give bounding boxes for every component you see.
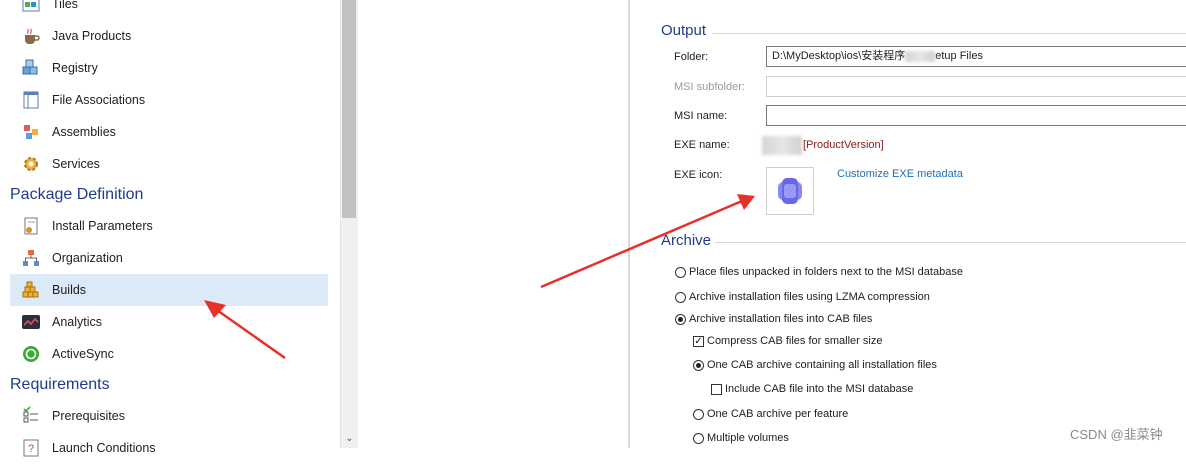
scrollbar-thumb[interactable]	[342, 0, 356, 218]
folder-label: Folder:	[674, 51, 709, 63]
sidebar-item-label: Services	[52, 157, 100, 171]
option-label: One CAB archive containing all installat…	[707, 359, 937, 371]
exe-name-label: EXE name:	[674, 139, 730, 151]
sidebar-item-label: Builds	[52, 283, 87, 297]
checkbox-compress-cab[interactable]: ✓	[693, 335, 704, 347]
sidebar-item-label: Install Parameters	[52, 219, 153, 233]
option-label: One CAB archive per feature	[707, 408, 849, 420]
organization-icon	[20, 247, 42, 269]
sidebar-item-label: ActiveSync	[52, 347, 114, 361]
option-label: Compress CAB files for smaller size	[707, 335, 883, 347]
sidebar-item-tiles[interactable]: Tiles	[10, 0, 328, 20]
option-label: Include CAB file into the MSI database	[725, 383, 914, 395]
option-label: Multiple volumes	[707, 432, 789, 444]
install-parameters-icon	[20, 215, 42, 237]
sidebar-item-java-products[interactable]: Java Products	[10, 20, 328, 52]
archive-section-rule	[715, 242, 1186, 243]
radio-cab[interactable]	[675, 313, 686, 325]
sidebar-item-analytics[interactable]: Analytics	[10, 306, 328, 338]
prerequisites-icon	[20, 405, 42, 427]
msi-name-field[interactable]	[766, 105, 1186, 126]
radio-multiple-volumes[interactable]	[693, 432, 704, 444]
sidebar-item-builds[interactable]: Builds	[10, 274, 328, 306]
csdn-watermark: CSDN @韭菜钟	[1070, 427, 1163, 442]
sidebar-item-activesync[interactable]: ActiveSync	[10, 338, 328, 370]
file-associations-icon	[20, 89, 42, 111]
exe-icon-label: EXE icon:	[674, 169, 723, 181]
msi-subfolder-field[interactable]	[766, 76, 1186, 97]
archive-section-title: Archive	[661, 232, 712, 249]
output-section-rule	[712, 33, 1186, 34]
customize-exe-metadata-link[interactable]: Customize EXE metadata	[837, 168, 963, 180]
sidebar-item-label: Launch Conditions	[52, 441, 156, 455]
sidebar-item-install-parameters[interactable]: Install Parameters	[10, 210, 328, 242]
sidebar: Tiles Java Products Registry File Associ…	[0, 0, 340, 457]
services-gear-icon	[20, 153, 42, 175]
option-unpacked-files[interactable]: Place files unpacked in folders next to …	[675, 266, 963, 278]
svg-text:?: ?	[28, 443, 34, 455]
radio-lzma[interactable]	[675, 291, 686, 303]
scroll-down-arrow-icon[interactable]: ⌄	[341, 430, 358, 448]
output-section-title: Output	[661, 22, 707, 39]
section-package-definition: Package Definition	[10, 186, 144, 203]
sidebar-item-label: Registry	[52, 61, 98, 75]
exe-name-value[interactable]: [ProductVersion]	[803, 135, 884, 155]
sidebar-item-prerequisites[interactable]: Prerequisites	[10, 400, 328, 432]
sidebar-scrollbar[interactable]: ⌄	[340, 0, 358, 448]
option-cab-files[interactable]: Archive installation files into CAB file…	[675, 313, 872, 325]
folder-value-end: etup Files	[935, 50, 983, 62]
option-label: Archive installation files into CAB file…	[689, 313, 873, 325]
sidebar-item-launch-conditions[interactable]: ? Launch Conditions	[10, 432, 328, 464]
folder-field[interactable]: D:\MyDesktop\ios\安装程序 etup Files	[766, 46, 1186, 67]
option-label: Place files unpacked in folders next to …	[689, 266, 963, 278]
builds-icon	[20, 279, 42, 301]
app-logo-icon	[778, 178, 802, 204]
radio-one-cab[interactable]	[693, 359, 704, 371]
tiles-icon	[20, 0, 42, 15]
sidebar-item-label: Java Products	[52, 29, 132, 43]
assemblies-icon	[20, 121, 42, 143]
sidebar-item-assemblies[interactable]: Assemblies	[10, 116, 328, 148]
msi-name-label: MSI name:	[674, 110, 728, 122]
java-cup-icon	[20, 25, 42, 47]
redacted-blur	[762, 136, 802, 155]
sidebar-item-label: Prerequisites	[52, 409, 125, 423]
option-compress-cab[interactable]: ✓ Compress CAB files for smaller size	[693, 335, 882, 347]
sidebar-item-label: Tiles	[52, 0, 78, 11]
launch-conditions-icon: ?	[20, 437, 42, 459]
sidebar-item-file-associations[interactable]: File Associations	[10, 84, 328, 116]
sidebar-item-registry[interactable]: Registry	[10, 52, 328, 84]
exe-icon-preview[interactable]	[766, 167, 814, 215]
option-one-cab-archive[interactable]: One CAB archive containing all installat…	[693, 359, 937, 371]
option-label: Archive installation files using LZMA co…	[689, 291, 930, 303]
radio-cab-per-feature[interactable]	[693, 408, 704, 420]
checkbox-include-cab[interactable]	[711, 383, 722, 395]
option-cab-per-feature[interactable]: One CAB archive per feature	[693, 408, 848, 420]
sidebar-item-organization[interactable]: Organization	[10, 242, 328, 274]
option-include-cab-in-msi[interactable]: Include CAB file into the MSI database	[711, 383, 913, 395]
radio-unpacked[interactable]	[675, 266, 686, 278]
redacted-blur	[905, 50, 936, 62]
panel-divider	[628, 0, 630, 448]
sidebar-item-services[interactable]: Services	[10, 148, 328, 180]
sidebar-item-label: File Associations	[52, 93, 146, 107]
registry-icon	[20, 57, 42, 79]
sidebar-item-label: Organization	[52, 251, 123, 265]
analytics-icon	[20, 311, 42, 333]
sidebar-item-label: Analytics	[52, 315, 103, 329]
section-requirements: Requirements	[10, 376, 110, 393]
activesync-icon	[20, 343, 42, 365]
msi-subfolder-label: MSI subfolder:	[674, 81, 745, 93]
sidebar-item-label: Assemblies	[52, 125, 116, 139]
folder-value-start: D:\MyDesktop\ios\安装程序	[772, 50, 906, 62]
option-lzma-compression[interactable]: Archive installation files using LZMA co…	[675, 291, 930, 303]
option-multiple-volumes[interactable]: Multiple volumes	[693, 432, 789, 444]
